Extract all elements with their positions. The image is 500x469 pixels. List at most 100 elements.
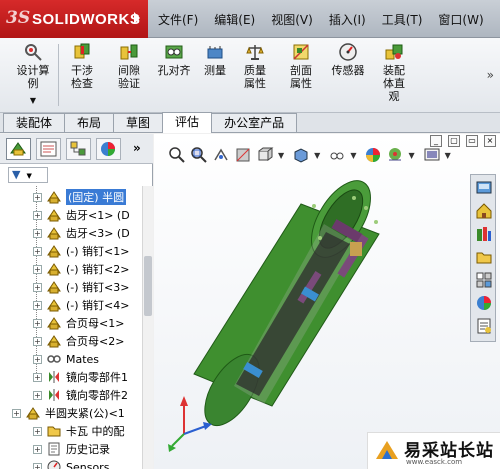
expand-toggle-icon[interactable]: + bbox=[33, 300, 42, 310]
tab-layout[interactable]: 布局 bbox=[64, 113, 115, 132]
tree-item[interactable]: + 镜向零部件1 bbox=[33, 368, 128, 386]
appearances-scenes-icon[interactable] bbox=[475, 294, 493, 312]
hole-alignment-button[interactable]: 孔对齐 bbox=[154, 42, 194, 77]
menu-window[interactable]: 窗口(W) bbox=[430, 11, 491, 28]
tree-item[interactable]: + 齿牙<1> (D bbox=[33, 206, 130, 224]
dropdown-arrow-icon: ▼ bbox=[29, 96, 37, 105]
property-manager-tab[interactable] bbox=[36, 138, 61, 160]
clearance-verification-button[interactable]: 间隙验证 bbox=[108, 42, 150, 90]
tree-item-label: Sensors bbox=[66, 460, 110, 469]
tab-office-products[interactable]: 办公室产品 bbox=[211, 113, 298, 132]
ribbon-more-chevron-icon[interactable]: » bbox=[487, 68, 494, 82]
feature-manager-pane: » ▼ ▼ + (固定) 半圆 + 齿牙<1> (D + 齿牙<3> (D + (-) 销钉<1… bbox=[0, 134, 153, 469]
section-properties-button[interactable]: 剖面属性 bbox=[280, 42, 322, 90]
tab-evaluate[interactable]: 评估 bbox=[162, 112, 213, 133]
tree-item[interactable]: + 合页母<2> bbox=[33, 332, 124, 350]
expand-toggle-icon[interactable]: + bbox=[33, 282, 42, 292]
mass-properties-label: 质量属性 bbox=[244, 64, 266, 90]
assembly-model-3d[interactable] bbox=[154, 134, 500, 469]
tree-item-label: 历史记录 bbox=[66, 443, 110, 456]
part-icon bbox=[47, 227, 61, 240]
menu-tools[interactable]: 工具(T) bbox=[374, 11, 431, 28]
tree-item-label: 卡瓦 中的配 bbox=[66, 425, 125, 438]
feature-manager-tab[interactable] bbox=[6, 138, 31, 160]
measure-label: 测量 bbox=[204, 64, 226, 77]
mirror-icon bbox=[49, 371, 59, 383]
tree-item[interactable]: + 齿牙<3> (D bbox=[33, 224, 130, 242]
menu-view[interactable]: 视图(V) bbox=[263, 11, 321, 28]
tree-item[interactable]: + 合页母<1> bbox=[33, 314, 124, 332]
expand-toggle-icon[interactable]: + bbox=[12, 408, 21, 418]
expand-toggle-icon[interactable]: + bbox=[33, 462, 42, 469]
scrollbar-thumb[interactable] bbox=[144, 256, 152, 316]
expand-toggle-icon[interactable]: + bbox=[33, 372, 42, 382]
expand-toggle-icon[interactable]: + bbox=[33, 192, 42, 202]
tree-item[interactable]: + (-) 销钉<2> bbox=[33, 260, 129, 278]
graphics-area[interactable]: _ ▢ ▭ × ▼ ▼ ▼ ▼ ▼ bbox=[154, 134, 500, 469]
site-logo-icon bbox=[376, 441, 398, 459]
expand-toggle-icon[interactable]: + bbox=[33, 336, 42, 346]
menu-help[interactable]: 帮助 bbox=[492, 11, 500, 28]
tree-item[interactable]: + (固定) 半圆 bbox=[33, 188, 127, 206]
menu-file[interactable]: 文件(F) bbox=[150, 11, 206, 28]
feature-tree: + (固定) 半圆 + 齿牙<1> (D + 齿牙<3> (D + (-) 销钉<1> + (-)… bbox=[0, 186, 142, 469]
tree-item[interactable]: + 镜向零部件2 bbox=[33, 386, 128, 404]
expand-toggle-icon[interactable]: + bbox=[33, 354, 42, 364]
design-library-icon[interactable] bbox=[475, 225, 493, 243]
tree-item[interactable]: + (-) 销钉<4> bbox=[33, 296, 129, 314]
expand-toggle-icon[interactable]: + bbox=[33, 390, 42, 400]
title-bar: 3S SOLIDWORKS 文件(F) 编辑(E) 视图(V) 插入(I) 工具… bbox=[0, 0, 500, 38]
expand-toggle-icon[interactable]: + bbox=[33, 444, 42, 454]
mass-properties-button[interactable]: 质量属性 bbox=[234, 42, 276, 90]
tree-filter[interactable]: ▼ ▼ bbox=[8, 167, 48, 183]
expand-toggle-icon[interactable]: + bbox=[33, 228, 42, 238]
solidworks-logo[interactable]: 3S SOLIDWORKS bbox=[0, 0, 148, 38]
assembly-visual-icon bbox=[385, 44, 403, 60]
expand-toggle-icon[interactable]: + bbox=[33, 246, 42, 256]
feature-tree-icon bbox=[10, 142, 26, 156]
measure-icon bbox=[207, 46, 223, 59]
tree-scrollbar[interactable] bbox=[142, 186, 153, 469]
interference-check-button[interactable]: 干涉检查 bbox=[62, 42, 102, 90]
hole-align-icon bbox=[165, 45, 183, 59]
menu-insert[interactable]: 插入(I) bbox=[321, 11, 374, 28]
design-study-icon bbox=[25, 44, 42, 61]
tree-item[interactable]: + 卡瓦 中的配 bbox=[33, 422, 125, 440]
custom-properties-icon[interactable] bbox=[475, 317, 493, 335]
part-icon bbox=[47, 335, 61, 348]
menu-edit[interactable]: 编辑(E) bbox=[206, 11, 263, 28]
configuration-manager-tab[interactable] bbox=[66, 138, 91, 160]
view-palette-icon[interactable] bbox=[475, 271, 493, 289]
expand-toggle-icon[interactable]: + bbox=[33, 210, 42, 220]
tab-sketch[interactable]: 草图 bbox=[113, 113, 164, 132]
tree-item[interactable]: + Mates bbox=[33, 350, 99, 368]
expand-toggle-icon[interactable]: + bbox=[33, 264, 42, 274]
solidworks-resources-icon[interactable] bbox=[475, 179, 493, 197]
assembly-visualization-label: 装配体直观 bbox=[383, 64, 405, 103]
assembly-visualization-button[interactable]: 装配体直观 bbox=[372, 42, 416, 103]
tree-item[interactable]: + Sensors bbox=[33, 458, 109, 469]
design-study-button[interactable]: 设计算例 ▼ bbox=[8, 42, 58, 107]
tree-item[interactable]: + (-) 销钉<3> bbox=[33, 278, 129, 296]
menu-bar: 文件(F) 编辑(E) 视图(V) 插入(I) 工具(T) 窗口(W) 帮助 bbox=[150, 0, 500, 38]
tab-assembly[interactable]: 装配体 bbox=[3, 113, 66, 132]
manager-more-chevron-icon[interactable]: » bbox=[133, 141, 141, 155]
tree-item[interactable]: + 历史记录 bbox=[33, 440, 110, 458]
file-explorer-icon[interactable] bbox=[475, 248, 493, 266]
expand-toggle-icon[interactable]: + bbox=[33, 426, 42, 436]
tree-item-label: (-) 销钉<1> bbox=[66, 245, 130, 258]
hole-alignment-label: 孔对齐 bbox=[157, 64, 191, 77]
measure-button[interactable]: 测量 bbox=[200, 42, 230, 77]
tree-item[interactable]: + (-) 销钉<1> bbox=[33, 242, 129, 260]
display-manager-tab[interactable] bbox=[96, 138, 121, 160]
interference-check-label: 干涉检查 bbox=[71, 64, 93, 90]
property-manager-icon bbox=[40, 141, 57, 157]
part-icon bbox=[47, 281, 61, 294]
manager-tabs: » bbox=[0, 134, 153, 164]
sensor-button[interactable]: 传感器 bbox=[328, 42, 368, 77]
tree-item-label: 齿牙<1> (D bbox=[66, 209, 130, 222]
home-icon[interactable] bbox=[475, 202, 493, 220]
expand-toggle-icon[interactable]: + bbox=[33, 318, 42, 328]
logo-menu-arrow-icon bbox=[134, 12, 140, 24]
tree-item[interactable]: + 半圆夹紧(公)<1 bbox=[12, 404, 125, 422]
